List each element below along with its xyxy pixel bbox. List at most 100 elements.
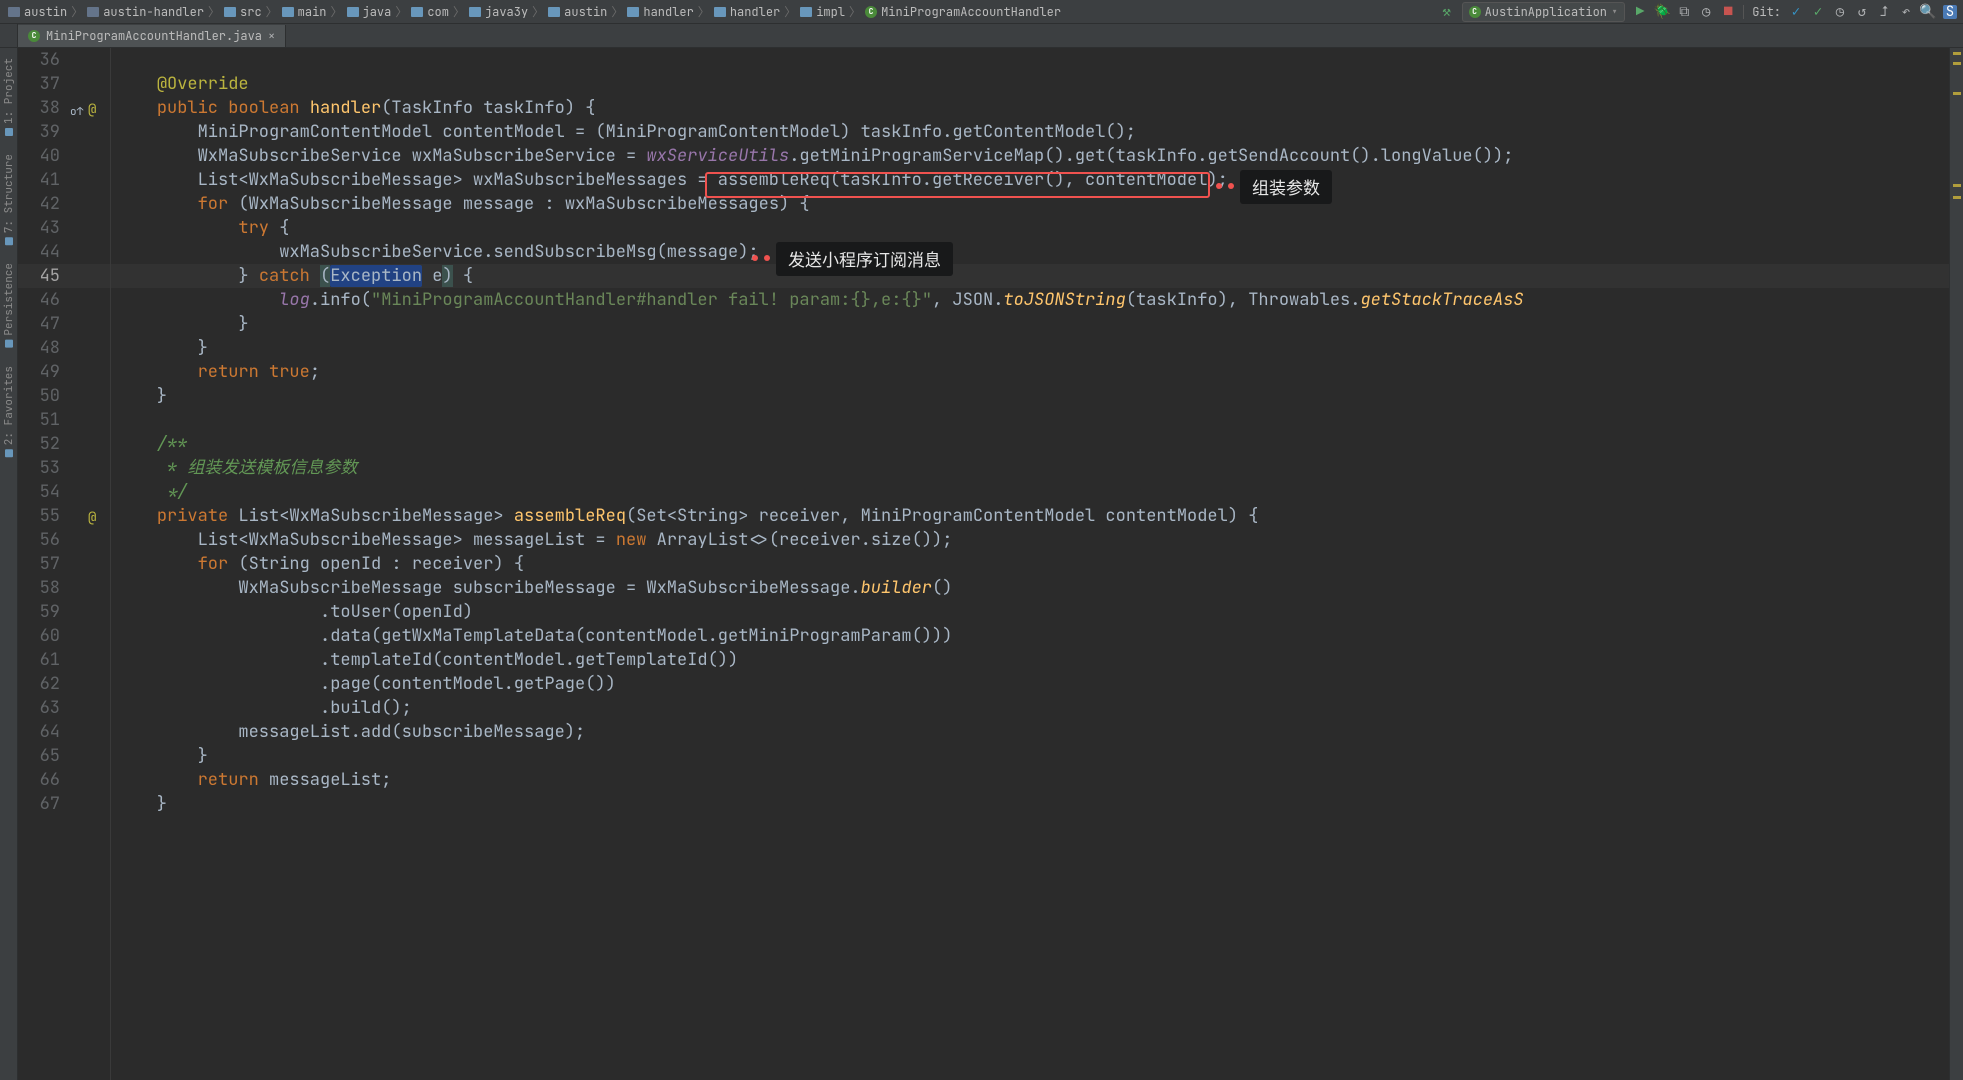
breadcrumb-item[interactable]: impl [798,4,847,20]
code-text[interactable]: } catch (Exception e) { [116,264,1949,288]
breadcrumb-item[interactable]: austin [546,4,609,20]
gutter[interactable] [68,672,116,696]
gutter[interactable] [68,144,116,168]
run-config-selector[interactable]: C AustinApplication ▾ [1462,2,1626,22]
git-pull-icon[interactable]: ✓ [1789,5,1803,19]
code-text[interactable]: for (String openId : receiver) { [116,552,1949,576]
code-line[interactable]: 53 * 组装发送模板信息参数 [18,456,1949,480]
code-line[interactable]: 36 [18,48,1949,72]
breadcrumb-item[interactable]: java [345,4,394,20]
git-history-icon[interactable]: ◷ [1833,5,1847,19]
gutter[interactable] [68,648,116,672]
gutter[interactable] [68,216,116,240]
code-line[interactable]: 45 } catch (Exception e) { [18,264,1949,288]
tab-miniprogramaccounthandler[interactable]: C MiniProgramAccountHandler.java × [18,25,286,47]
code-text[interactable]: } [116,792,1949,816]
gutter[interactable] [68,600,116,624]
code-line[interactable]: 57 for (String openId : receiver) { [18,552,1949,576]
nav-back-icon[interactable]: ↶ [1899,5,1913,19]
profile-icon[interactable]: ◷ [1699,5,1713,19]
code-line[interactable]: 48 } [18,336,1949,360]
code-line[interactable]: 49 return true; [18,360,1949,384]
search-icon[interactable]: 🔍 [1921,5,1935,19]
code-text[interactable]: List<WxMaSubscribeMessage> wxMaSubscribe… [116,168,1949,192]
code-text[interactable]: WxMaSubscribeService wxMaSubscribeServic… [116,144,1949,168]
code-line[interactable]: 37 @Override [18,72,1949,96]
gutter[interactable] [68,528,116,552]
code-line[interactable]: 66 return messageList; [18,768,1949,792]
gutter[interactable] [68,624,116,648]
code-line[interactable]: 43 try { [18,216,1949,240]
code-line[interactable]: 60 .data(getWxMaTemplateData(contentMode… [18,624,1949,648]
code-line[interactable]: 59 .toUser(openId) [18,600,1949,624]
gutter[interactable] [68,384,116,408]
breadcrumb-item[interactable]: CMiniProgramAccountHandler [863,4,1063,20]
code-line[interactable]: 52 /** [18,432,1949,456]
code-text[interactable]: try { [116,216,1949,240]
warning-marker[interactable] [1953,62,1961,65]
gutter[interactable] [68,168,116,192]
warning-marker[interactable] [1953,196,1961,199]
git-revert-icon[interactable]: ↺ [1855,5,1869,19]
breadcrumb-item[interactable]: com [409,4,451,20]
gutter[interactable]: o↑@ [68,96,116,120]
build-icon[interactable]: ⚒ [1440,5,1454,19]
stop-icon[interactable]: ■ [1721,5,1735,19]
debug-icon[interactable]: 🪲 [1655,5,1669,19]
code-text[interactable]: .page(contentModel.getPage()) [116,672,1949,696]
code-text[interactable]: public boolean handler(TaskInfo taskInfo… [116,96,1949,120]
gutter[interactable] [68,432,116,456]
code-line[interactable]: 47 } [18,312,1949,336]
git-push-icon[interactable]: ⮥ [1877,5,1891,19]
gutter[interactable] [68,480,116,504]
gutter[interactable] [68,336,116,360]
code-editor[interactable]: 3637 @Override38o↑@ public boolean handl… [18,48,1949,1080]
gutter[interactable] [68,264,116,288]
breadcrumb-item[interactable]: java3y [467,4,530,20]
code-text[interactable]: return true; [116,360,1949,384]
gutter[interactable] [68,240,116,264]
code-text[interactable]: WxMaSubscribeMessage subscribeMessage = … [116,576,1949,600]
code-text[interactable]: } [116,312,1949,336]
warning-marker[interactable] [1953,92,1961,95]
code-line[interactable]: 67 } [18,792,1949,816]
coverage-icon[interactable]: ⧉ [1677,5,1691,19]
code-text[interactable]: messageList.add(subscribeMessage); [116,720,1949,744]
code-line[interactable]: 44 wxMaSubscribeService.sendSubscribeMsg… [18,240,1949,264]
tool-window-tab[interactable]: 2: Favorites [2,366,16,457]
gutter[interactable] [68,360,116,384]
error-stripe[interactable] [1949,48,1963,1080]
breadcrumb-item[interactable]: handler [712,4,782,20]
breadcrumb-item[interactable]: austin [6,4,69,20]
code-line[interactable]: 51 [18,408,1949,432]
gutter[interactable] [68,72,116,96]
code-line[interactable]: 54 */ [18,480,1949,504]
breadcrumb-item[interactable]: src [222,4,264,20]
code-text[interactable]: private List<WxMaSubscribeMessage> assem… [116,504,1949,528]
code-text[interactable]: log.info("MiniProgramAccountHandler#hand… [116,288,1949,312]
gutter[interactable] [68,456,116,480]
breadcrumb-item[interactable]: austin-handler [85,4,206,20]
tool-window-tab[interactable]: 7: Structure [2,154,16,245]
code-text[interactable]: */ [116,480,1949,504]
gutter[interactable] [68,576,116,600]
gutter[interactable] [68,192,116,216]
code-line[interactable]: 40 WxMaSubscribeService wxMaSubscribeSer… [18,144,1949,168]
code-line[interactable]: 55@ private List<WxMaSubscribeMessage> a… [18,504,1949,528]
gutter[interactable] [68,408,116,432]
code-text[interactable]: } [116,744,1949,768]
settings-icon[interactable]: S [1943,5,1957,19]
code-text[interactable]: MiniProgramContentModel contentModel = (… [116,120,1949,144]
code-text[interactable]: for (WxMaSubscribeMessage message : wxMa… [116,192,1949,216]
gutter[interactable]: @ [68,504,116,528]
code-text[interactable]: @Override [116,72,1949,96]
code-line[interactable]: 46 log.info("MiniProgramAccountHandler#h… [18,288,1949,312]
tool-window-tab[interactable]: 1: Project [2,58,16,136]
code-line[interactable]: 64 messageList.add(subscribeMessage); [18,720,1949,744]
breadcrumb-item[interactable]: main [280,4,329,20]
gutter[interactable] [68,48,116,72]
tool-window-tab[interactable]: Persistence [2,263,16,348]
code-line[interactable]: 61 .templateId(contentModel.getTemplateI… [18,648,1949,672]
code-text[interactable]: .build(); [116,696,1949,720]
code-text[interactable]: .data(getWxMaTemplateData(contentModel.g… [116,624,1949,648]
